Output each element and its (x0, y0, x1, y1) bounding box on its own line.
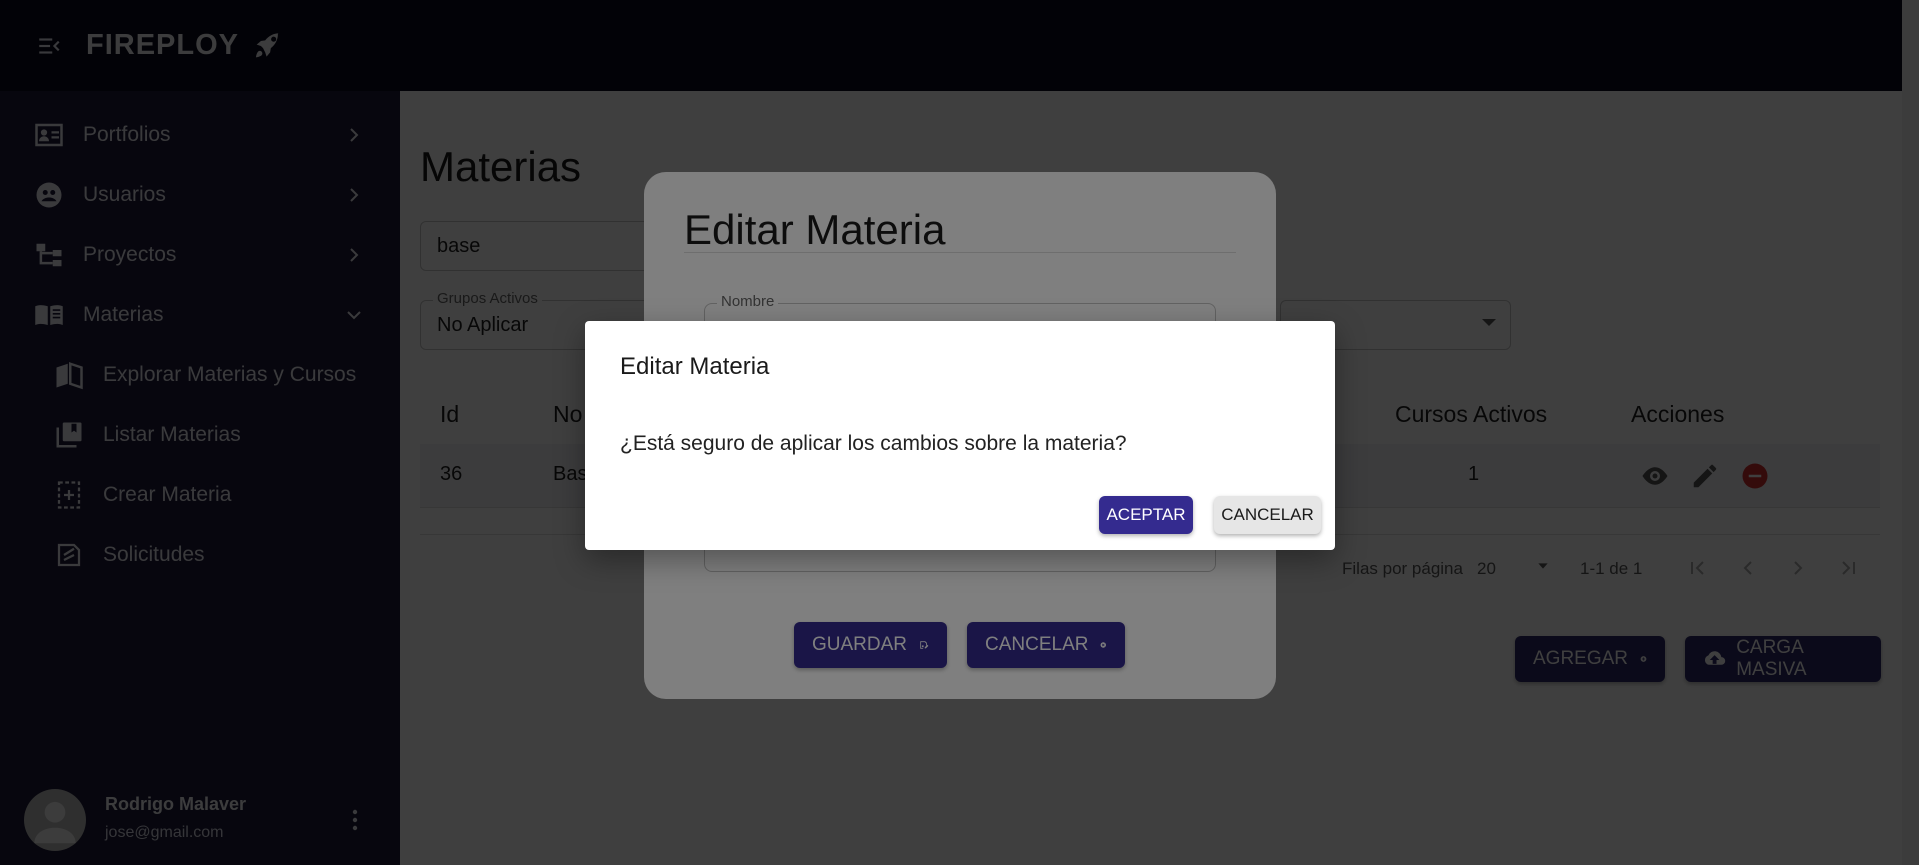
confirm-dialog-message: ¿Está seguro de aplicar los cambios sobr… (620, 432, 1127, 455)
accept-button[interactable]: ACEPTAR (1099, 496, 1193, 534)
confirm-cancel-button[interactable]: CANCELAR (1214, 496, 1321, 534)
confirm-dialog: Editar Materia ¿Está seguro de aplicar l… (585, 321, 1335, 550)
confirm-dialog-title: Editar Materia (620, 353, 770, 380)
